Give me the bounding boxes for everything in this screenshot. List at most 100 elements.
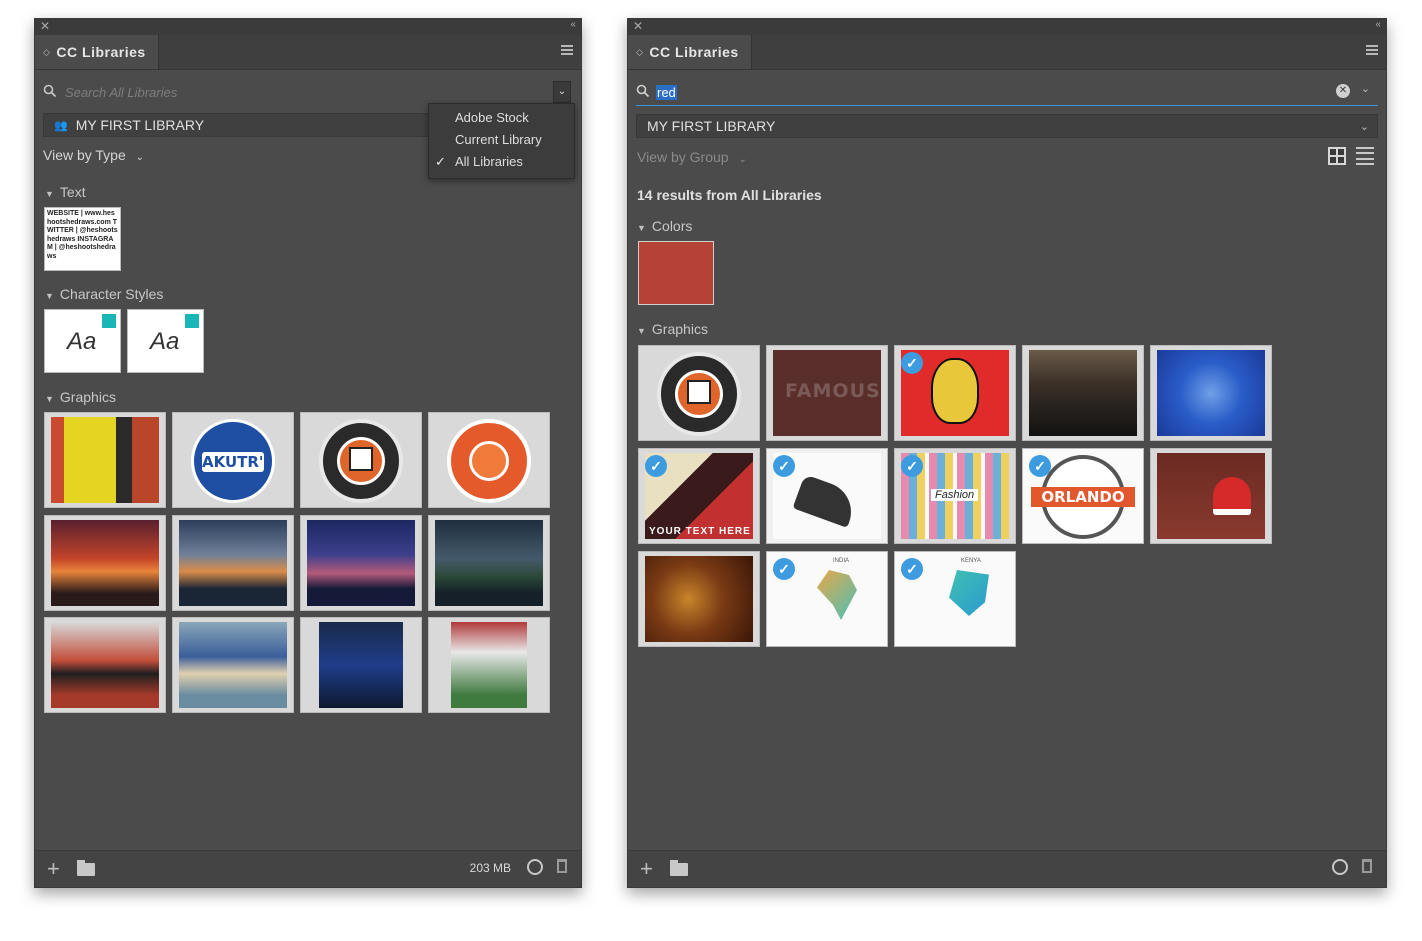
search-bar: red ✕ ⌄ <box>636 79 1378 105</box>
library-selector[interactable]: MY FIRST LIBRARY ⌄ <box>636 114 1378 138</box>
selected-check-icon[interactable]: ✓ <box>1029 455 1051 477</box>
graphic-thumbnail[interactable] <box>44 515 166 611</box>
photo-soccer-player-blue <box>319 622 403 708</box>
section-colors-header[interactable]: ▼ Colors <box>637 218 692 234</box>
section-title: Graphics <box>651 321 708 337</box>
graphic-thumbnail[interactable] <box>300 412 422 508</box>
graphic-thumbnail[interactable] <box>428 617 550 713</box>
section-graphics-header[interactable]: ▼ Graphics <box>45 389 116 405</box>
trash-icon[interactable] <box>557 859 567 873</box>
graphic-thumbnail[interactable]: KENYA ✓ <box>894 551 1016 647</box>
add-content-icon[interactable]: + <box>47 856 60 882</box>
famous-text: FAMOUS <box>785 380 881 402</box>
chevron-down-icon[interactable]: ⌄ <box>1361 82 1370 95</box>
graphic-thumbnail[interactable] <box>1150 448 1272 544</box>
graphic-thumbnail[interactable] <box>428 412 550 508</box>
search-results-count: 14 results from All Libraries <box>637 187 822 203</box>
graphic-thumbnail[interactable]: YOUR TEXT HERE ✓ <box>638 448 760 544</box>
cc-libraries-panel-right: ✕ ‹‹ ◇ CC Libraries red ✕ ⌄ MY FIRST LIB… <box>627 18 1387 888</box>
view-by-dropdown[interactable]: View by Group ⌄ <box>637 149 747 165</box>
selected-check-icon[interactable]: ✓ <box>645 455 667 477</box>
photo-bats-in-cave <box>1029 350 1137 436</box>
graphic-thumbnail[interactable]: FAMOUS <box>766 345 888 441</box>
photo-man-in-doorway <box>51 417 159 503</box>
selected-check-icon[interactable]: ✓ <box>901 455 923 477</box>
graphic-thumbnail[interactable]: INDIA ✓ <box>766 551 888 647</box>
graphic-thumbnail[interactable] <box>172 515 294 611</box>
menu-item-all-libraries[interactable]: All Libraries <box>435 154 523 170</box>
graphic-thumbnail[interactable] <box>172 617 294 713</box>
graphic-thumbnail[interactable]: AKUTR's <box>172 412 294 508</box>
graphic-thumbnail[interactable] <box>300 515 422 611</box>
selected-check-icon[interactable]: ✓ <box>901 558 923 580</box>
graphic-thumbnail[interactable]: Fashion ✓ <box>894 448 1016 544</box>
photo-city-skyline-night <box>307 520 415 606</box>
creative-cloud-sync-icon[interactable] <box>527 859 543 875</box>
graphic-thumbnail[interactable] <box>1150 345 1272 441</box>
graphic-thumbnail[interactable] <box>44 412 166 508</box>
chevron-down-icon: ⌄ <box>738 154 747 165</box>
tab-cc-libraries[interactable]: ◇ CC Libraries <box>628 35 752 69</box>
search-input[interactable]: red <box>656 84 677 100</box>
fashion-label: Fashion <box>931 489 979 501</box>
text-asset-thumbnail[interactable]: WEBSITE | www.heshootshedraws.com TWITTE… <box>44 207 121 271</box>
folder-icon[interactable] <box>77 860 95 876</box>
character-style-thumbnail[interactable]: Aa <box>127 309 204 373</box>
creative-cloud-sync-icon[interactable] <box>1332 859 1348 875</box>
graphic-thumbnail[interactable]: ORLANDO ✓ <box>1022 448 1144 544</box>
photo-soccer-player-white <box>451 622 527 708</box>
library-name: MY FIRST LIBRARY <box>647 118 776 134</box>
search-scope-menu: Adobe Stock Current Library All Librarie… <box>428 103 575 179</box>
trash-icon[interactable] <box>1362 859 1372 873</box>
search-query: red <box>656 84 677 100</box>
grid-view-icon[interactable] <box>1328 147 1346 165</box>
close-icon[interactable]: ✕ <box>633 19 643 33</box>
selected-check-icon[interactable]: ✓ <box>773 455 795 477</box>
india-label: INDIA <box>833 558 850 564</box>
style-badge-icon <box>102 314 116 328</box>
menu-item-current-library[interactable]: Current Library <box>455 132 542 147</box>
photo-pier-at-dusk <box>179 520 287 606</box>
tab-grip-icon: ◇ <box>43 46 51 57</box>
section-graphics-header[interactable]: ▼ Graphics <box>637 321 708 337</box>
section-title: Graphics <box>59 389 116 405</box>
search-input[interactable] <box>63 83 573 101</box>
clear-search-icon[interactable]: ✕ <box>1336 84 1350 98</box>
close-icon[interactable]: ✕ <box>40 19 50 33</box>
selected-check-icon[interactable]: ✓ <box>901 352 923 374</box>
list-view-icon[interactable] <box>1356 147 1374 165</box>
disclosure-triangle-icon: ▼ <box>45 189 54 199</box>
graphic-thumbnail[interactable] <box>638 345 760 441</box>
graphic-thumbnail[interactable] <box>300 617 422 713</box>
color-swatch[interactable] <box>638 241 714 305</box>
graphic-thumbnail[interactable] <box>428 515 550 611</box>
character-style-thumbnail[interactable]: Aa <box>44 309 121 373</box>
selected-check-icon[interactable]: ✓ <box>773 558 795 580</box>
collapse-icon[interactable]: ‹‹ <box>570 19 576 30</box>
panel-menu-icon[interactable] <box>561 45 573 55</box>
tab-row: ◇ CC Libraries <box>628 35 1386 70</box>
panel-titlebar: ✕ ‹‹ <box>628 19 1386 35</box>
view-by-dropdown[interactable]: View by Type ⌄ <box>43 147 144 163</box>
search-scope-dropdown-button[interactable]: ⌄ <box>553 81 571 103</box>
graphic-thumbnail[interactable]: ✓ <box>894 345 1016 441</box>
folder-icon[interactable] <box>670 860 688 876</box>
panel-menu-icon[interactable] <box>1366 45 1378 55</box>
tab-cc-libraries[interactable]: ◇ CC Libraries <box>35 35 159 69</box>
graphic-thumbnail[interactable] <box>1022 345 1144 441</box>
orlando-label: ORLANDO <box>1031 487 1135 507</box>
famous-brick-wall-graphic: FAMOUS <box>773 350 881 436</box>
menu-item-adobe-stock[interactable]: Adobe Stock <box>455 110 529 125</box>
view-by-label: View by Type <box>43 147 126 163</box>
tab-label: CC Libraries <box>56 44 146 60</box>
photo-harbor-skyline <box>435 520 543 606</box>
graphic-thumbnail[interactable] <box>44 617 166 713</box>
panel-footer: + 203 MB <box>35 850 581 887</box>
graphic-thumbnail[interactable] <box>638 551 760 647</box>
section-text-header[interactable]: ▼ Text <box>45 184 86 200</box>
disclosure-triangle-icon: ▼ <box>637 326 646 336</box>
add-content-icon[interactable]: + <box>640 856 653 882</box>
collapse-icon[interactable]: ‹‹ <box>1375 19 1381 30</box>
section-character-styles-header[interactable]: ▼ Character Styles <box>45 286 163 302</box>
graphic-thumbnail[interactable]: ✓ <box>766 448 888 544</box>
